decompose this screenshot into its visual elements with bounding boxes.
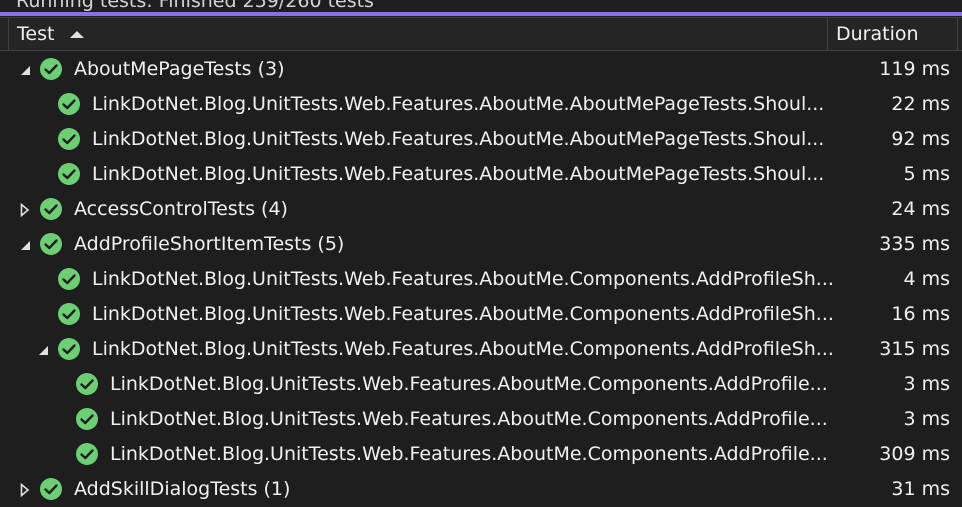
test-duration: 4 ms — [903, 268, 950, 290]
test-count: (1) — [263, 478, 291, 500]
test-name-text: LinkDotNet.Blog.UnitTests.Web.Features.A… — [92, 303, 834, 325]
test-name: LinkDotNet.Blog.UnitTests.Web.Features.A… — [92, 128, 824, 151]
expanded-chevron-icon[interactable] — [18, 63, 32, 77]
test-row[interactable]: LinkDotNet.Blog.UnitTests.Web.Features.A… — [0, 367, 962, 402]
test-name-text: LinkDotNet.Blog.UnitTests.Web.Features.A… — [110, 443, 828, 465]
test-name: LinkDotNet.Blog.UnitTests.Web.Features.A… — [92, 303, 834, 326]
test-name: AddSkillDialogTests (1) — [74, 478, 290, 501]
test-row[interactable]: LinkDotNet.Blog.UnitTests.Web.Features.A… — [0, 157, 962, 192]
test-column-header[interactable]: Test — [8, 18, 828, 50]
collapsed-chevron-icon[interactable] — [18, 203, 32, 217]
test-name: AccessControlTests (4) — [74, 198, 288, 221]
test-tree: AboutMePageTests (3) 119 ms LinkDotNet.Blog… — [0, 52, 962, 507]
expanded-chevron-icon[interactable] — [18, 238, 32, 252]
test-name: LinkDotNet.Blog.UnitTests.Web.Features.A… — [92, 163, 824, 186]
test-name-text: AddProfileShortItemTests — [74, 233, 312, 255]
passed-check-icon — [58, 303, 80, 325]
sort-ascending-icon — [70, 30, 85, 38]
passed-check-icon — [58, 338, 80, 360]
passed-check-icon — [40, 198, 62, 220]
column-header: Test Duration — [0, 17, 962, 51]
test-duration: 119 ms — [879, 58, 950, 80]
progress-bar — [0, 12, 962, 16]
test-column-label: Test — [17, 23, 55, 45]
test-name-text: AccessControlTests — [74, 198, 256, 220]
test-row[interactable]: AboutMePageTests (3) 119 ms — [0, 52, 962, 87]
test-duration: 309 ms — [879, 443, 950, 465]
test-name: LinkDotNet.Blog.UnitTests.Web.Features.A… — [92, 93, 824, 116]
test-count: (3) — [257, 58, 285, 80]
test-name: LinkDotNet.Blog.UnitTests.Web.Features.A… — [110, 443, 828, 466]
test-name: LinkDotNet.Blog.UnitTests.Web.Features.A… — [92, 268, 834, 291]
test-duration: 335 ms — [879, 233, 950, 255]
passed-check-icon — [40, 58, 62, 80]
test-name-text: LinkDotNet.Blog.UnitTests.Web.Features.A… — [92, 93, 825, 115]
passed-check-icon — [58, 163, 80, 185]
test-row[interactable]: LinkDotNet.Blog.UnitTests.Web.Features.A… — [0, 297, 962, 332]
passed-check-icon — [76, 443, 98, 465]
test-name-text: LinkDotNet.Blog.UnitTests.Web.Features.A… — [110, 408, 828, 430]
collapsed-chevron-icon[interactable] — [18, 483, 32, 497]
duration-column-label: Duration — [836, 23, 919, 45]
test-name-text: AddSkillDialogTests — [74, 478, 258, 500]
test-name: LinkDotNet.Blog.UnitTests.Web.Features.A… — [110, 373, 828, 396]
test-duration: 315 ms — [879, 338, 950, 360]
test-name-text: LinkDotNet.Blog.UnitTests.Web.Features.A… — [92, 163, 825, 185]
test-row[interactable]: LinkDotNet.Blog.UnitTests.Web.Features.A… — [0, 87, 962, 122]
test-name-text: LinkDotNet.Blog.UnitTests.Web.Features.A… — [92, 268, 834, 290]
test-row[interactable]: LinkDotNet.Blog.UnitTests.Web.Features.A… — [0, 437, 962, 472]
passed-check-icon — [58, 268, 80, 290]
test-duration: 5 ms — [903, 163, 950, 185]
duration-column-header[interactable]: Duration — [828, 18, 958, 50]
passed-check-icon — [40, 233, 62, 255]
test-name-text: LinkDotNet.Blog.UnitTests.Web.Features.A… — [92, 128, 825, 150]
test-row[interactable]: LinkDotNet.Blog.UnitTests.Web.Features.A… — [0, 332, 962, 367]
test-row[interactable]: AddProfileShortItemTests (5) 335 ms — [0, 227, 962, 262]
test-name: LinkDotNet.Blog.UnitTests.Web.Features.A… — [92, 338, 834, 361]
test-duration: 24 ms — [891, 198, 950, 220]
passed-check-icon — [58, 93, 80, 115]
test-name: LinkDotNet.Blog.UnitTests.Web.Features.A… — [110, 408, 828, 431]
test-duration: 3 ms — [903, 373, 950, 395]
test-row[interactable]: AccessControlTests (4) 24 ms — [0, 192, 962, 227]
test-row[interactable]: LinkDotNet.Blog.UnitTests.Web.Features.A… — [0, 262, 962, 297]
test-duration: 3 ms — [903, 408, 950, 430]
test-duration: 31 ms — [891, 478, 950, 500]
expanded-chevron-icon[interactable] — [36, 343, 50, 357]
passed-check-icon — [76, 408, 98, 430]
test-duration: 16 ms — [891, 303, 950, 325]
test-name-text: LinkDotNet.Blog.UnitTests.Web.Features.A… — [92, 338, 834, 360]
test-count: (4) — [261, 198, 288, 220]
test-duration: 22 ms — [891, 93, 950, 115]
test-duration: 92 ms — [891, 128, 950, 150]
passed-check-icon — [58, 128, 80, 150]
progress-fill — [0, 12, 962, 16]
test-name-text: LinkDotNet.Blog.UnitTests.Web.Features.A… — [110, 373, 828, 395]
passed-check-icon — [76, 373, 98, 395]
test-name: AddProfileShortItemTests (5) — [74, 233, 344, 256]
test-count: (5) — [317, 233, 345, 255]
passed-check-icon — [40, 478, 62, 500]
test-name: AboutMePageTests (3) — [74, 58, 285, 81]
test-row[interactable]: LinkDotNet.Blog.UnitTests.Web.Features.A… — [0, 402, 962, 437]
test-row[interactable]: LinkDotNet.Blog.UnitTests.Web.Features.A… — [0, 122, 962, 157]
status-text: Running tests: Finished 259/260 tests — [16, 0, 374, 12]
test-name-text: AboutMePageTests — [74, 58, 252, 80]
